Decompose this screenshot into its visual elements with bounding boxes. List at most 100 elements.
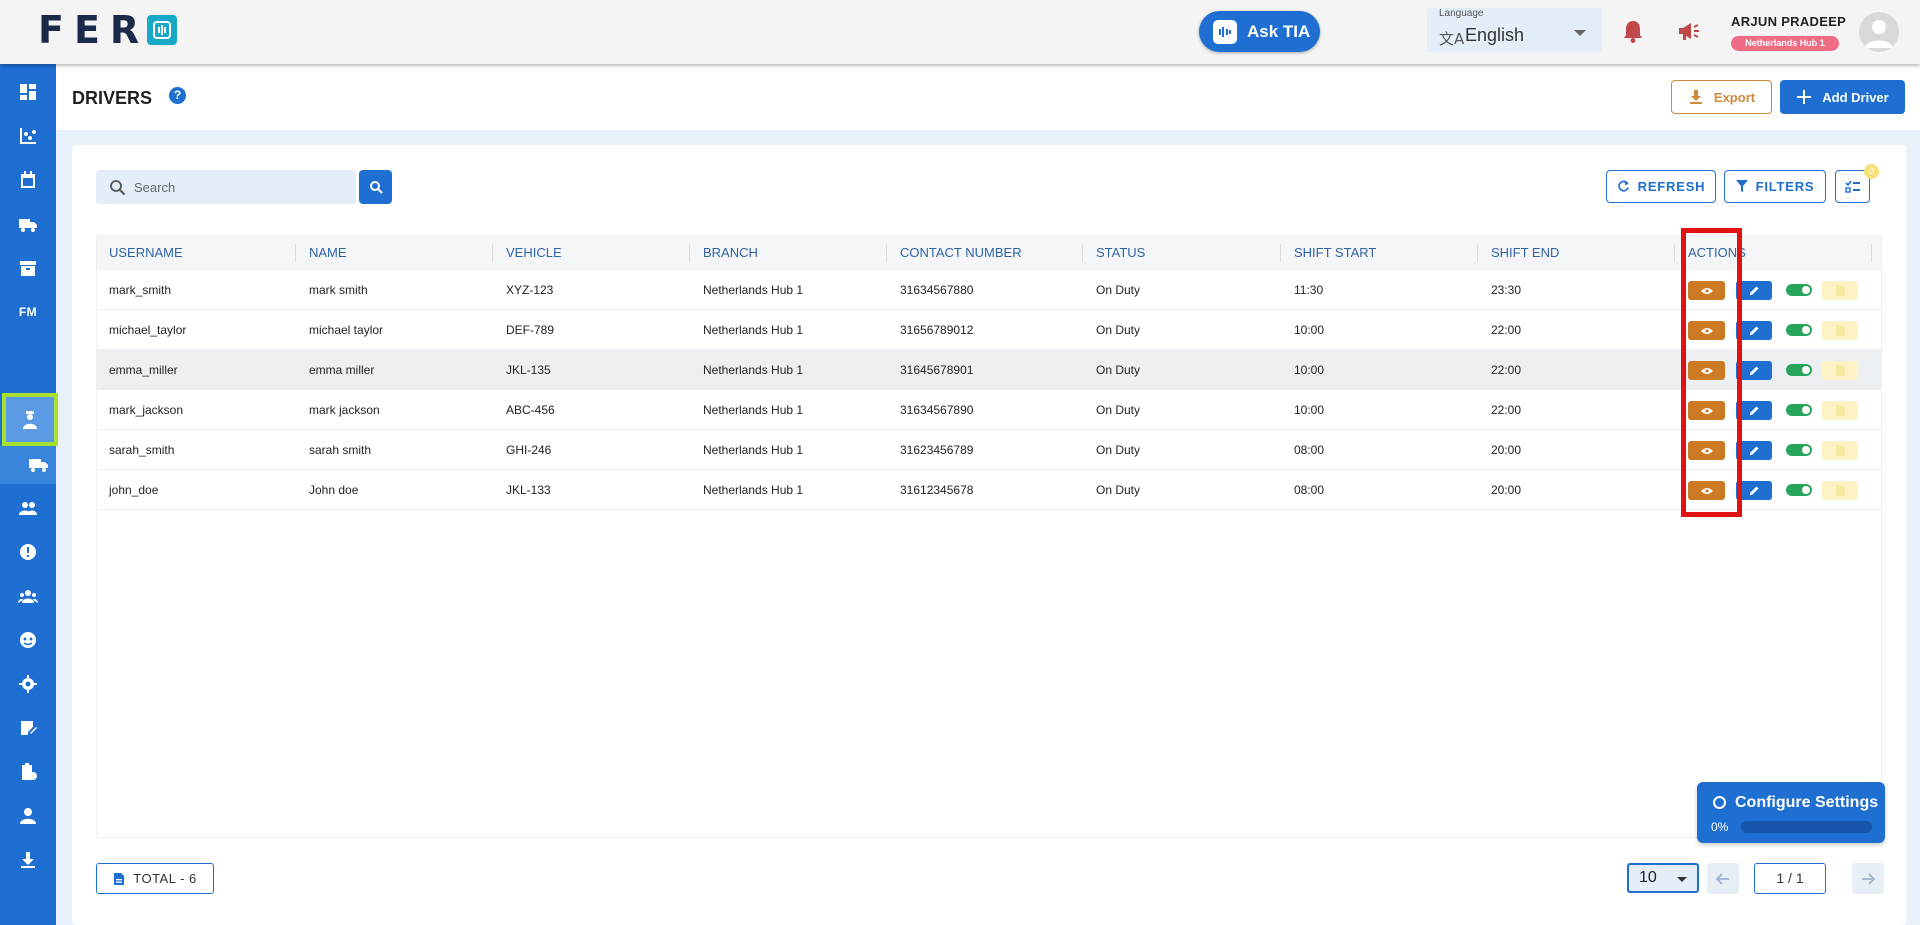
status-toggle[interactable]: [1786, 364, 1812, 376]
checklist-icon: [1844, 180, 1860, 193]
status-toggle[interactable]: [1786, 324, 1812, 336]
cell-name: mark jackson: [309, 403, 380, 417]
refresh-icon: [1617, 180, 1629, 192]
document-icon: [1835, 445, 1845, 456]
language-select[interactable]: Language 文A English: [1427, 8, 1602, 52]
document-icon: [114, 872, 125, 885]
column-divider: [1871, 244, 1872, 262]
cell-contact: 31634567890: [900, 403, 974, 417]
document-icon: [1835, 325, 1845, 336]
column-header-shift-start[interactable]: SHIFT START: [1282, 236, 1376, 270]
column-divider: [689, 244, 690, 262]
column-header-contact[interactable]: CONTACT NUMBER: [888, 236, 1022, 270]
sidebar: FM: [0, 64, 58, 925]
document-button[interactable]: [1822, 481, 1858, 500]
sidebar-item-drivers[interactable]: [2, 393, 58, 446]
total-label: TOTAL - 6: [133, 871, 197, 886]
app-header: FER Ask TIA Language 文A English ARJUN PR…: [0, 0, 1920, 64]
fero-logo[interactable]: FER: [38, 8, 178, 52]
column-header-branch[interactable]: BRANCH: [691, 236, 758, 270]
column-header-shift-end[interactable]: SHIFT END: [1479, 236, 1559, 270]
cell-username: john_doe: [109, 483, 159, 497]
cell-contact: 31623456789: [900, 443, 974, 457]
page-size-select[interactable]: 10: [1627, 863, 1699, 893]
arrow-right-icon: [1862, 872, 1875, 885]
branch-badge: Netherlands Hub 1: [1731, 36, 1839, 51]
avatar[interactable]: [1859, 12, 1899, 52]
sidebar-item-notes[interactable]: [0, 708, 56, 748]
filters-button[interactable]: FILTERS: [1724, 170, 1826, 203]
page-size-value: 10: [1639, 869, 1657, 886]
cell-branch: Netherlands Hub 1: [703, 283, 804, 297]
table-row[interactable]: mark_jackson mark jackson ABC-456 Netherlan…: [97, 390, 1881, 430]
column-divider: [492, 244, 493, 262]
arrow-left-icon: [1716, 872, 1729, 885]
prev-page-button[interactable]: [1707, 863, 1739, 894]
refresh-button[interactable]: REFRESH: [1606, 170, 1716, 203]
status-toggle[interactable]: [1786, 484, 1812, 496]
document-button[interactable]: [1822, 401, 1858, 420]
document-button[interactable]: [1822, 281, 1858, 300]
sidebar-item-download[interactable]: [0, 840, 56, 880]
document-icon: [1835, 405, 1845, 416]
cell-vehicle: XYZ-123: [506, 283, 554, 297]
table-row[interactable]: michael_taylor michael taylor DEF-789 Nethe…: [97, 310, 1881, 350]
sidebar-item-person[interactable]: [0, 796, 56, 836]
sidebar-item-users[interactable]: [0, 488, 56, 528]
export-button[interactable]: Export: [1671, 80, 1772, 114]
cell-status: On Duty: [1096, 283, 1141, 297]
sidebar-item-analytics[interactable]: [0, 116, 56, 156]
download-icon: [21, 852, 35, 868]
column-divider: [1674, 244, 1675, 262]
add-driver-button[interactable]: Add Driver: [1780, 80, 1905, 114]
sidebar-item-team[interactable]: [0, 576, 56, 616]
cell-vehicle: ABC-456: [506, 403, 555, 417]
sidebar-item-settings[interactable]: [0, 664, 56, 704]
search-input[interactable]: [134, 170, 344, 204]
status-toggle[interactable]: [1786, 284, 1812, 296]
table-row[interactable]: sarah_smith sarah smith GHI-246 Netherlands…: [97, 430, 1881, 470]
sidebar-item-support[interactable]: [0, 620, 56, 660]
column-header-status[interactable]: STATUS: [1084, 236, 1145, 270]
help-icon[interactable]: ?: [169, 87, 186, 104]
next-page-button[interactable]: [1852, 863, 1884, 894]
bell-icon[interactable]: [1622, 19, 1644, 48]
column-divider: [1082, 244, 1083, 262]
export-label: Export: [1713, 89, 1756, 105]
support-icon: [20, 632, 36, 648]
column-header-vehicle[interactable]: VEHICLE: [494, 236, 562, 270]
sidebar-item-info[interactable]: [0, 532, 56, 572]
sidebar-item-vehicles[interactable]: [0, 446, 56, 484]
sidebar-item-calendar[interactable]: [0, 160, 56, 200]
ask-tia-button[interactable]: Ask TIA: [1199, 11, 1320, 52]
column-header-username[interactable]: USERNAME: [97, 236, 183, 270]
status-toggle[interactable]: [1786, 404, 1812, 416]
sidebar-item-fm[interactable]: FM: [0, 292, 56, 332]
document-icon: [1835, 285, 1845, 296]
cell-shift-end: 22:00: [1491, 363, 1522, 377]
page-title: DRIVERS: [72, 88, 153, 108]
configure-settings-widget[interactable]: Configure Settings 0%: [1697, 782, 1885, 843]
configure-settings-percent: 0%: [1711, 820, 1729, 834]
archive-icon: [20, 261, 36, 276]
document-button[interactable]: [1822, 441, 1858, 460]
tia-icon: [1213, 19, 1237, 44]
table-row[interactable]: john_doe John doe JKL-133 Netherlands Hub 1…: [97, 470, 1881, 510]
cell-shift-end: 22:00: [1491, 403, 1522, 417]
sidebar-item-dashboard[interactable]: [0, 72, 56, 112]
cell-shift-start: 08:00: [1294, 483, 1325, 497]
sidebar-item-archive[interactable]: [0, 248, 56, 288]
document-button[interactable]: [1822, 321, 1858, 340]
table-row[interactable]: mark_smith mark smith XYZ-123 Netherlands H…: [97, 270, 1881, 310]
document-button[interactable]: [1822, 361, 1858, 380]
info-icon: [20, 544, 36, 560]
search-button[interactable]: [359, 170, 392, 204]
megaphone-icon[interactable]: [1677, 20, 1701, 47]
sidebar-item-delivery[interactable]: [0, 204, 56, 244]
table-row[interactable]: emma_miller emma miller JKL-135 Netherlands…: [97, 350, 1881, 390]
column-header-name[interactable]: NAME: [297, 236, 347, 270]
cell-branch: Netherlands Hub 1: [703, 403, 804, 417]
user-name[interactable]: ARJUN PRADEEP: [1731, 14, 1846, 29]
sidebar-item-clipboard[interactable]: [0, 752, 56, 792]
status-toggle[interactable]: [1786, 444, 1812, 456]
